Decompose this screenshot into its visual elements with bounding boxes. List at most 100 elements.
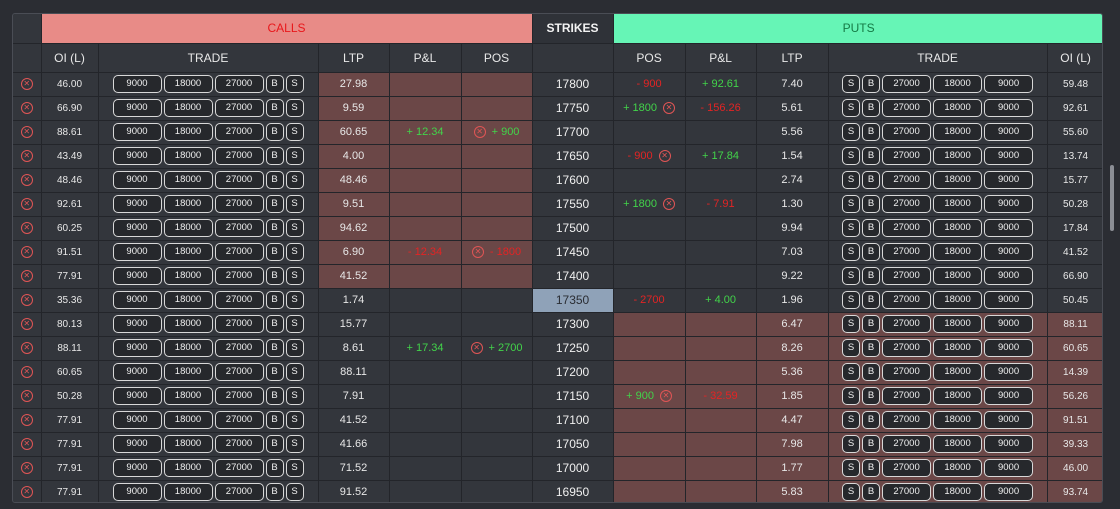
put-qty-18000-button[interactable]: 18000 xyxy=(933,171,983,189)
call-buy-button[interactable]: B xyxy=(265,435,284,453)
put-qty-27000-button[interactable]: 27000 xyxy=(882,483,932,501)
call-qty-27000-button[interactable]: 27000 xyxy=(214,363,264,381)
call-qty-27000-button[interactable]: 27000 xyxy=(214,147,264,165)
call-sell-button[interactable]: S xyxy=(285,171,304,189)
call-sell-button[interactable]: S xyxy=(285,99,304,117)
call-qty-18000-button[interactable]: 18000 xyxy=(163,75,213,93)
close-row-icon[interactable]: ✕ xyxy=(20,462,33,475)
close-row-icon[interactable]: ✕ xyxy=(20,150,33,163)
close-row-icon[interactable]: ✕ xyxy=(20,294,33,307)
put-qty-9000-button[interactable]: 9000 xyxy=(984,363,1034,381)
call-qty-9000-button[interactable]: 9000 xyxy=(112,459,162,477)
call-qty-18000-button[interactable]: 18000 xyxy=(163,483,213,501)
put-qty-18000-button[interactable]: 18000 xyxy=(933,219,983,237)
put-qty-9000-button[interactable]: 9000 xyxy=(984,243,1034,261)
put-qty-9000-button[interactable]: 9000 xyxy=(984,483,1034,501)
put-qty-9000-button[interactable]: 9000 xyxy=(984,339,1034,357)
put-qty-27000-button[interactable]: 27000 xyxy=(882,363,932,381)
put-qty-9000-button[interactable]: 9000 xyxy=(984,171,1034,189)
call-sell-button[interactable]: S xyxy=(285,123,304,141)
call-qty-27000-button[interactable]: 27000 xyxy=(214,315,264,333)
call-qty-18000-button[interactable]: 18000 xyxy=(163,243,213,261)
close-position-icon[interactable]: ✕ xyxy=(658,150,671,162)
put-qty-9000-button[interactable]: 9000 xyxy=(984,219,1034,237)
put-buy-button[interactable]: B xyxy=(862,339,881,357)
call-qty-18000-button[interactable]: 18000 xyxy=(163,123,213,141)
put-qty-9000-button[interactable]: 9000 xyxy=(984,435,1034,453)
put-buy-button[interactable]: B xyxy=(862,219,881,237)
put-sell-button[interactable]: S xyxy=(842,195,861,213)
call-sell-button[interactable]: S xyxy=(285,147,304,165)
put-qty-27000-button[interactable]: 27000 xyxy=(882,75,932,93)
call-buy-button[interactable]: B xyxy=(265,411,284,429)
put-sell-button[interactable]: S xyxy=(842,99,861,117)
call-qty-27000-button[interactable]: 27000 xyxy=(214,339,264,357)
put-buy-button[interactable]: B xyxy=(862,75,881,93)
put-qty-27000-button[interactable]: 27000 xyxy=(882,459,932,477)
call-buy-button[interactable]: B xyxy=(265,123,284,141)
put-buy-button[interactable]: B xyxy=(862,267,881,285)
put-qty-9000-button[interactable]: 9000 xyxy=(984,315,1034,333)
call-qty-9000-button[interactable]: 9000 xyxy=(112,75,162,93)
put-qty-9000-button[interactable]: 9000 xyxy=(984,147,1034,165)
put-qty-9000-button[interactable]: 9000 xyxy=(984,267,1034,285)
put-qty-27000-button[interactable]: 27000 xyxy=(882,219,932,237)
call-qty-27000-button[interactable]: 27000 xyxy=(214,387,264,405)
put-sell-button[interactable]: S xyxy=(842,291,861,309)
put-qty-27000-button[interactable]: 27000 xyxy=(882,267,932,285)
put-sell-button[interactable]: S xyxy=(842,411,861,429)
close-row-icon[interactable]: ✕ xyxy=(20,246,33,259)
call-sell-button[interactable]: S xyxy=(285,459,304,477)
call-qty-18000-button[interactable]: 18000 xyxy=(163,411,213,429)
put-qty-27000-button[interactable]: 27000 xyxy=(882,339,932,357)
close-position-icon[interactable]: ✕ xyxy=(663,198,676,210)
call-qty-18000-button[interactable]: 18000 xyxy=(163,363,213,381)
call-qty-9000-button[interactable]: 9000 xyxy=(112,147,162,165)
put-sell-button[interactable]: S xyxy=(842,315,861,333)
call-buy-button[interactable]: B xyxy=(265,387,284,405)
put-qty-18000-button[interactable]: 18000 xyxy=(933,267,983,285)
put-qty-9000-button[interactable]: 9000 xyxy=(984,195,1034,213)
call-qty-9000-button[interactable]: 9000 xyxy=(112,387,162,405)
call-qty-18000-button[interactable]: 18000 xyxy=(163,267,213,285)
put-buy-button[interactable]: B xyxy=(862,243,881,261)
close-row-icon[interactable]: ✕ xyxy=(20,318,33,331)
call-qty-18000-button[interactable]: 18000 xyxy=(163,291,213,309)
put-buy-button[interactable]: B xyxy=(862,411,881,429)
put-buy-button[interactable]: B xyxy=(862,387,881,405)
call-buy-button[interactable]: B xyxy=(265,99,284,117)
put-qty-9000-button[interactable]: 9000 xyxy=(984,387,1034,405)
call-sell-button[interactable]: S xyxy=(285,411,304,429)
put-buy-button[interactable]: B xyxy=(862,171,881,189)
close-row-icon[interactable]: ✕ xyxy=(20,222,33,235)
put-buy-button[interactable]: B xyxy=(862,123,881,141)
put-qty-18000-button[interactable]: 18000 xyxy=(933,99,983,117)
put-sell-button[interactable]: S xyxy=(842,243,861,261)
put-sell-button[interactable]: S xyxy=(842,363,861,381)
call-buy-button[interactable]: B xyxy=(265,363,284,381)
call-qty-27000-button[interactable]: 27000 xyxy=(214,291,264,309)
close-row-icon[interactable]: ✕ xyxy=(20,342,33,355)
put-qty-9000-button[interactable]: 9000 xyxy=(984,123,1034,141)
put-qty-27000-button[interactable]: 27000 xyxy=(882,411,932,429)
call-buy-button[interactable]: B xyxy=(265,171,284,189)
put-qty-18000-button[interactable]: 18000 xyxy=(933,339,983,357)
close-row-icon[interactable]: ✕ xyxy=(20,270,33,283)
call-sell-button[interactable]: S xyxy=(285,387,304,405)
put-qty-9000-button[interactable]: 9000 xyxy=(984,411,1034,429)
put-sell-button[interactable]: S xyxy=(842,123,861,141)
close-position-icon[interactable]: ✕ xyxy=(663,102,676,114)
put-sell-button[interactable]: S xyxy=(842,435,861,453)
put-qty-18000-button[interactable]: 18000 xyxy=(933,411,983,429)
put-qty-18000-button[interactable]: 18000 xyxy=(933,459,983,477)
close-position-icon[interactable]: ✕ xyxy=(473,126,486,138)
call-buy-button[interactable]: B xyxy=(265,339,284,357)
put-qty-27000-button[interactable]: 27000 xyxy=(882,99,932,117)
put-buy-button[interactable]: B xyxy=(862,99,881,117)
call-qty-9000-button[interactable]: 9000 xyxy=(112,339,162,357)
put-qty-9000-button[interactable]: 9000 xyxy=(984,459,1034,477)
call-sell-button[interactable]: S xyxy=(285,195,304,213)
put-qty-18000-button[interactable]: 18000 xyxy=(933,291,983,309)
put-qty-27000-button[interactable]: 27000 xyxy=(882,291,932,309)
call-buy-button[interactable]: B xyxy=(265,459,284,477)
